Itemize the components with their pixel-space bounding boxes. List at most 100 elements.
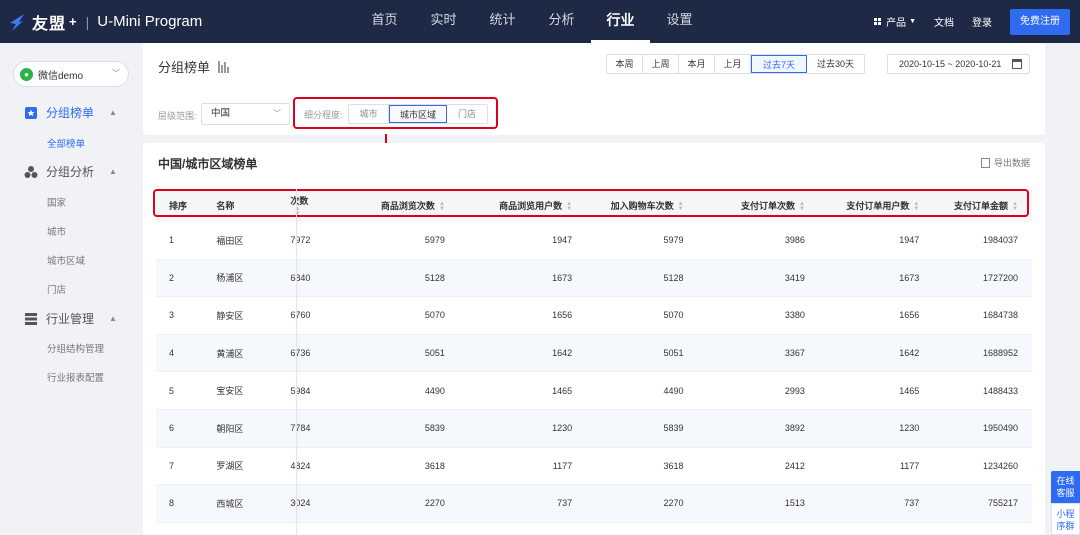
cell-add-to-cart: 5070 (663, 310, 684, 321)
nav-home[interactable]: 首页 (355, 0, 414, 43)
cell-rank: 3 (169, 310, 175, 321)
sidebar-item-store[interactable]: 门店 (47, 282, 66, 296)
cell-paid-amount: 1727200 (982, 272, 1018, 283)
cell-paid-amount: 1688952 (982, 348, 1018, 359)
cell-name: 福田区 (216, 235, 244, 246)
cell-visits: 6736 (290, 348, 311, 359)
group-icon (24, 165, 38, 179)
cell-add-to-cart: 2270 (663, 498, 684, 509)
cell-paid-orders: 2993 (784, 385, 805, 396)
cell-add-to-cart: 5128 (663, 272, 684, 283)
table-row[interactable]: 3 静安区 6760 5070 1656 5070 3380 1656 1684738 (156, 297, 1032, 335)
cell-product-views: 2270 (424, 498, 445, 509)
cell-paid-amount: 1984037 (982, 235, 1018, 246)
sidebar-item-all-rankings[interactable]: 全部榜单 (47, 136, 85, 150)
cell-paid-users: 1947 (899, 235, 920, 246)
granularity-label: 细分程度: (304, 110, 343, 120)
umeng-logo-icon (10, 13, 24, 31)
level-range-select[interactable]: 中国 ﹀ (201, 103, 290, 125)
export-icon (980, 157, 990, 168)
granularity-city[interactable]: 城市 (349, 105, 389, 123)
export-button[interactable]: 导出数据 (980, 156, 1030, 169)
cell-name: 罗湖区 (216, 461, 244, 472)
table-row[interactable]: 9海淀区191214344661434956466483138 (156, 523, 1032, 535)
sidebar-group-industry[interactable]: 行业管理 ▲ (24, 310, 124, 327)
table-row[interactable]: 1 福田区 7972 5979 1947 5979 3986 1947 1984037 (156, 222, 1032, 260)
cell-product-views: 5128 (424, 272, 445, 283)
sidebar-group-label: 分组分析 (46, 165, 95, 179)
range-this-week[interactable]: 本周 (607, 55, 643, 73)
sidebar-item-city[interactable]: 城市 (47, 224, 66, 238)
table-row[interactable]: 5 宝安区 5984 4490 1465 4490 2993 1465 1488433 (156, 372, 1032, 410)
table-row[interactable]: 4 黄浦区 6736 5051 1642 5051 3367 1642 1688952 (156, 334, 1032, 373)
calendar-icon (1012, 59, 1022, 69)
app-selector[interactable]: ● 微信demo ﹀ (13, 61, 129, 87)
nav-industry[interactable]: 行业 (591, 0, 650, 43)
sidebar-group-analysis[interactable]: 分组分析 ▲ (24, 163, 124, 180)
sidebar-item-report-config[interactable]: 行业报表配置 (47, 370, 104, 384)
nav-stats[interactable]: 统计 (473, 0, 532, 43)
cell-product-views: 5839 (424, 423, 445, 434)
page-title: 分组榜单 (158, 57, 230, 76)
sidebar-item-group-structure[interactable]: 分组结构管理 (47, 341, 104, 355)
signup-button[interactable]: 免费注册 (1010, 8, 1070, 35)
granularity-selector: 城市 城市区域 门店 (348, 104, 488, 124)
online-service-button[interactable]: 在线客服 (1051, 471, 1080, 503)
time-range-selector: 本周 上周 本月 上月 过去7天 过去30天 (606, 54, 865, 74)
nav-settings[interactable]: 设置 (650, 0, 709, 43)
table-row[interactable]: 2 杨浦区 6840 5128 1673 5128 3419 1673 1727200 (156, 259, 1032, 298)
cell-product-viewers: 1656 (552, 310, 573, 321)
cell-product-views: 4490 (424, 385, 445, 396)
wechat-icon: ● (20, 67, 33, 81)
cell-paid-orders: 3986 (784, 235, 805, 246)
nav-analysis[interactable]: 分析 (532, 0, 591, 43)
granularity-store[interactable]: 门店 (447, 105, 487, 123)
list-title: 中国/城市区域榜单 (158, 157, 258, 171)
sidebar-item-city-district[interactable]: 城市区域 (47, 253, 85, 267)
cell-product-viewers: 1947 (552, 235, 573, 246)
cell-add-to-cart: 3618 (663, 460, 684, 471)
cell-visits: 5984 (290, 385, 311, 396)
table-row[interactable]: 7 罗湖区 4824 3618 1177 3618 2412 1177 1234260 (156, 448, 1032, 486)
range-last-7-days[interactable]: 过去7天 (751, 55, 807, 73)
brand-divider: | (85, 13, 90, 30)
table-row[interactable]: 6 朝阳区 7784 5839 1230 5839 3892 1230 1950490 (156, 409, 1032, 448)
range-this-month[interactable]: 本月 (679, 55, 715, 73)
cell-name: 朝阳区 (216, 423, 244, 434)
chevron-down-icon: ﹀ (112, 69, 120, 78)
level-range-value: 中国 (211, 108, 231, 119)
sidebar-group-label: 分组榜单 (46, 106, 95, 120)
cell-name: 静安区 (216, 310, 244, 321)
chevron-up-icon: ▲ (109, 108, 117, 117)
cell-paid-amount: 1950490 (982, 423, 1018, 434)
table-row[interactable]: 8 西城区 3024 2270 737 2270 1513 737 755217 (156, 485, 1032, 523)
login-link[interactable]: 登录 (972, 14, 992, 29)
date-range-picker[interactable]: 2020-10-15 ~ 2020-10-21 (887, 54, 1030, 74)
date-range-value: 2020-10-15 ~ 2020-10-21 (899, 59, 1002, 69)
granularity-highlight: 细分程度: 城市 城市区域 门店 (293, 97, 498, 129)
mini-group-button[interactable]: 小程序群 (1051, 503, 1080, 535)
sidebar-group-rankings[interactable]: 分组榜单 ▲ (24, 104, 124, 121)
range-last-week[interactable]: 上周 (643, 55, 679, 73)
cell-paid-users: 1465 (899, 385, 920, 396)
cell-paid-orders: 3419 (784, 272, 805, 283)
grid-icon (874, 18, 882, 25)
table-body: 1 福田区 7972 5979 1947 5979 3986 1947 1984037 2 杨浦区 6… (156, 222, 1032, 535)
logo[interactable]: 友盟 + | U-Mini Program (8, 0, 202, 43)
cell-paid-users: 1656 (899, 310, 920, 321)
products-menu[interactable]: 产品 ▼ (874, 14, 916, 29)
range-last-month[interactable]: 上月 (715, 55, 751, 73)
nav-realtime[interactable]: 实时 (414, 0, 473, 43)
product-name: U-Mini Program (97, 13, 203, 30)
range-last-30-days[interactable]: 过去30天 (807, 55, 864, 73)
filter-card: 分组榜单 本周 上周 本月 上月 过去7天 过去30天 2020-10-15 ~… (143, 43, 1045, 135)
sidebar-item-country[interactable]: 国家 (47, 195, 66, 209)
floating-service: 在线客服 小程序群 (1051, 471, 1080, 535)
bar-chart-icon[interactable] (218, 60, 230, 73)
docs-link[interactable]: 文档 (934, 14, 954, 29)
products-label: 产品 (886, 18, 907, 29)
granularity-city-district[interactable]: 城市区域 (389, 105, 447, 123)
sidebar: ● 微信demo ﹀ 分组榜单 ▲ 全部榜单 分组分析 ▲ 国家 城市 城市区域… (0, 43, 143, 535)
cell-product-views: 5979 (424, 235, 445, 246)
brand-plus: + (69, 14, 78, 29)
